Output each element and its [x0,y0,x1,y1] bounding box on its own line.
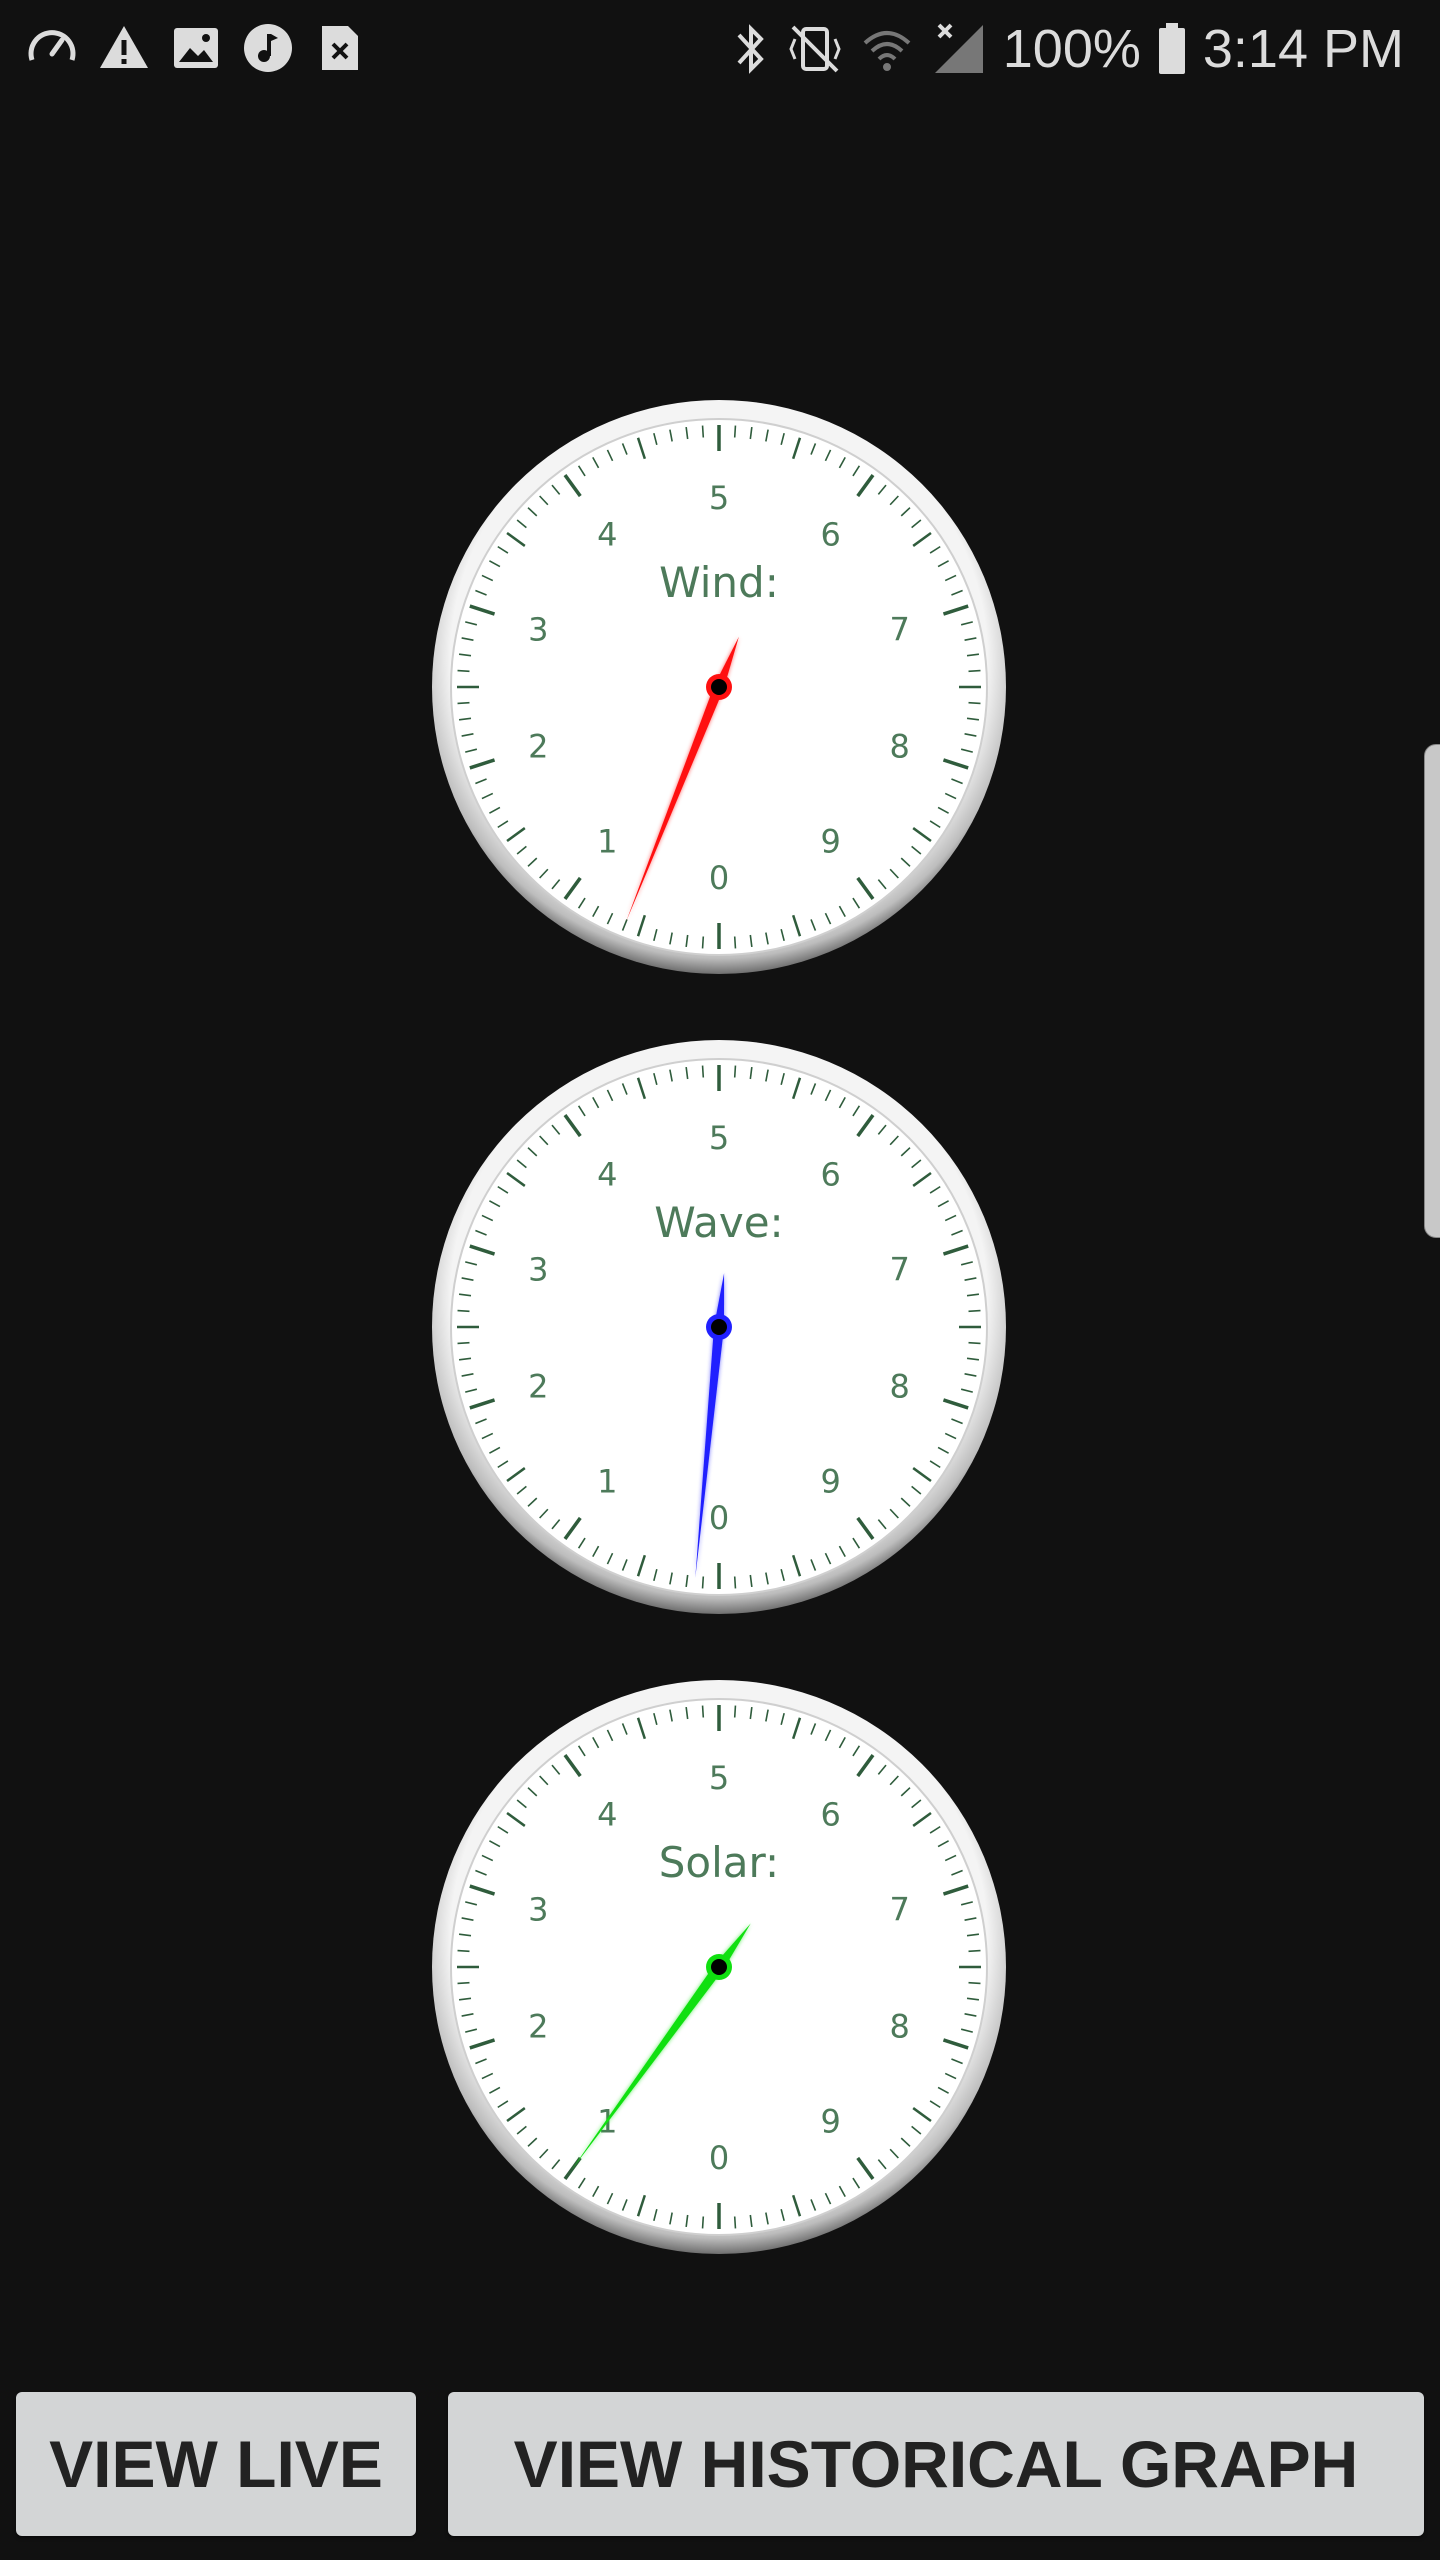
minor-tick [457,669,470,673]
minor-tick [968,1981,981,1985]
minor-tick [968,1949,981,1953]
cell-signal-icon [934,23,983,73]
dial-number-3: 3 [528,1890,548,1928]
dial-number-8: 8 [890,1368,910,1406]
music-icon [244,24,292,72]
speedometer-icon [28,30,76,61]
battery-percent: 100% [1002,19,1141,79]
dial-number-4: 4 [597,515,617,553]
solar-gauge: 0123456789Solar: [430,1678,1008,2256]
wind-gauge: 0 1 2 3 4 5 6 7 8 9 Wind: [430,398,1008,976]
view-live-button[interactable]: VIEW LIVE [16,2392,416,2536]
dial-number-8: 8 [890,728,910,766]
minor-tick [968,669,981,673]
gauge-label: Solar: [659,1838,779,1887]
minor-tick [733,425,737,438]
minor-tick [968,1341,981,1345]
warning-icon [100,26,148,68]
dial-number-8: 8 [890,2008,910,2046]
dial-number-3: 3 [528,1250,548,1288]
dial-number-9: 9 [820,1463,840,1501]
dial-number-3: 3 [528,610,548,648]
dial-number-2: 2 [528,1368,548,1406]
minor-tick [968,701,981,705]
status-bar: 100% 3:14 PM [0,0,1440,100]
dial-number-4: 4 [597,1795,617,1833]
dial-number-9: 9 [820,823,840,861]
dial-number-9: 9 [820,2103,840,2141]
minor-tick [701,2216,705,2229]
minor-tick [968,1309,981,1313]
dial-number-2: 2 [528,728,548,766]
dial-number-7: 7 [890,1890,910,1928]
dial-number-1: 1 [597,1463,617,1501]
dial-number-1: 1 [597,823,617,861]
bluetooth-icon [737,24,764,74]
dial-number-6: 6 [820,515,840,553]
minor-tick [701,936,705,949]
dial-number-7: 7 [890,1250,910,1288]
minor-tick [733,1705,737,1718]
dial-number-0: 0 [709,859,729,897]
dial-number-5: 5 [709,1119,729,1157]
minor-tick [701,1705,705,1718]
dial-number-4: 4 [597,1155,617,1193]
dial-number-5: 5 [709,1759,729,1797]
gauge-label: Wind: [659,558,779,607]
view-historical-graph-button[interactable]: VIEW HISTORICAL GRAPH [448,2392,1424,2536]
notification-icons [26,22,366,74]
dial-number-7: 7 [890,610,910,648]
minor-tick [457,1309,470,1313]
needle-hub [711,1959,727,1975]
minor-tick [733,2216,737,2229]
dial-number-6: 6 [820,1795,840,1833]
minor-tick [457,1341,470,1345]
image-icon [174,28,218,68]
dial-number-5: 5 [709,479,729,517]
dial-number-0: 0 [709,2139,729,2177]
solar-gauge-dial: 0123456789Solar: [432,1680,1006,2254]
edge-panel-handle[interactable] [1424,744,1440,1238]
needle-hub [711,679,727,695]
wind-gauge-dial: 0 1 2 3 4 5 6 7 8 9 Wind: [432,400,1006,974]
minor-tick [733,1065,737,1078]
wifi-icon [863,31,911,71]
dial-number-6: 6 [820,1155,840,1193]
wave-gauge: 0 1 2 3 4 5 6 7 8 9 Wave: [430,1038,1008,1616]
minor-tick [701,425,705,438]
dial-number-0: 0 [709,1499,729,1537]
minor-tick [733,1576,737,1589]
needle-hub [711,1319,727,1335]
system-status: 100% 3:14 PM [731,14,1404,84]
minor-tick [701,1065,705,1078]
wave-gauge-dial: 0 1 2 3 4 5 6 7 8 9 Wave: [432,1040,1006,1614]
battery-icon [1158,23,1185,74]
gauge-label: Wave: [654,1198,783,1247]
minor-tick [701,1576,705,1589]
clock: 3:14 PM [1202,19,1404,79]
minor-tick [457,1949,470,1953]
vibrate-mute-icon [789,25,841,73]
minor-tick [457,1981,470,1985]
dial-number-2: 2 [528,2008,548,2046]
file-error-icon [322,26,358,70]
minor-tick [733,936,737,949]
minor-tick [457,701,470,705]
